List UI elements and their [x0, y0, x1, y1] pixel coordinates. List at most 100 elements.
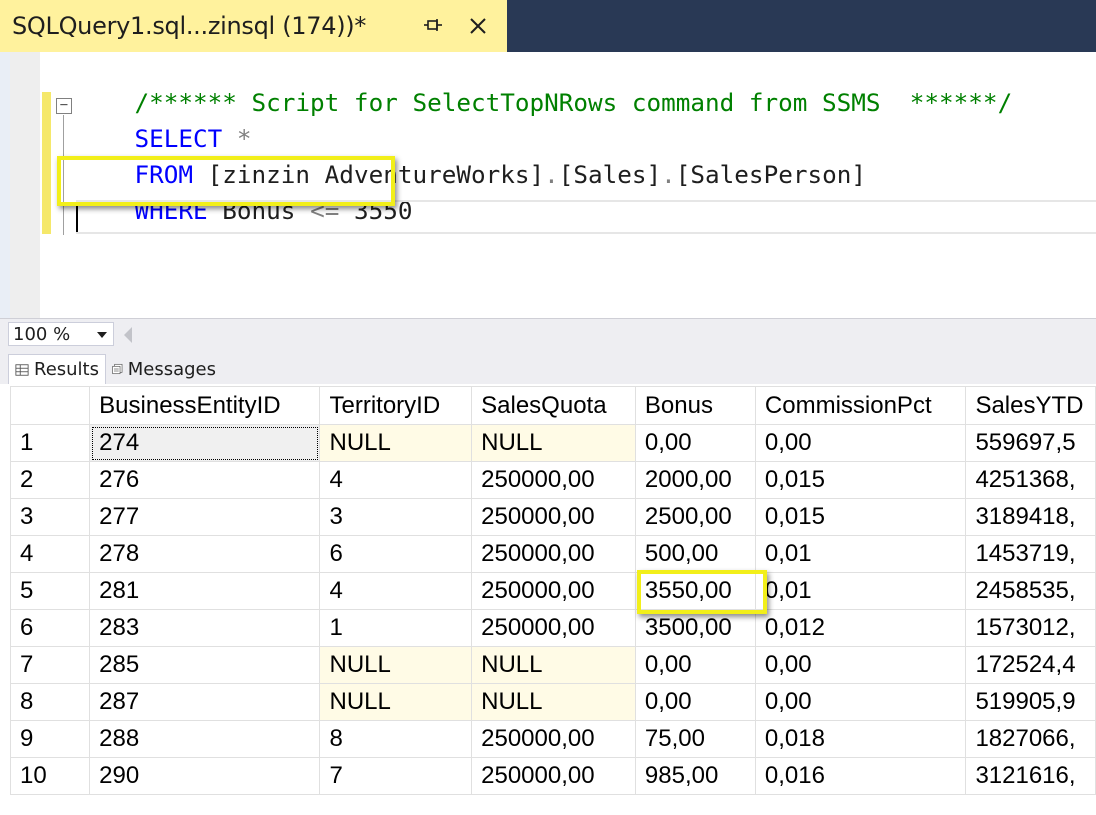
- scroll-left-icon[interactable]: [124, 327, 132, 343]
- where-clause-highlight: [57, 156, 395, 206]
- table-cell[interactable]: 1827066,: [965, 720, 1096, 758]
- table-row: 2 276 4 250000,00 2000,00 0,015 4251368,: [9, 461, 1096, 499]
- table-cell[interactable]: 0,018: [754, 720, 967, 758]
- table-cell[interactable]: 2000,00: [634, 461, 756, 499]
- table-cell[interactable]: 0,01: [754, 572, 967, 610]
- sql-comment: /****** Script for SelectTopNRows comman…: [134, 88, 1013, 117]
- table-cell[interactable]: 285: [89, 646, 321, 684]
- tab-results[interactable]: Results: [8, 354, 106, 384]
- row-number[interactable]: 4: [9, 535, 91, 573]
- tab-messages[interactable]: Messages: [106, 354, 222, 384]
- table-cell[interactable]: 287: [89, 683, 321, 721]
- row-number[interactable]: 2: [9, 461, 91, 499]
- column-header[interactable]: CommissionPct: [754, 386, 967, 425]
- table-cell[interactable]: 6: [319, 535, 473, 573]
- table-cell[interactable]: 3189418,: [965, 498, 1096, 536]
- table-cell[interactable]: 172524,4: [965, 646, 1096, 684]
- table-cell[interactable]: 277: [89, 498, 321, 536]
- table-cell[interactable]: 250000,00: [471, 572, 636, 610]
- pin-icon[interactable]: [422, 14, 446, 38]
- table-cell[interactable]: NULL: [471, 424, 636, 462]
- table-row: 3 277 3 250000,00 2500,00 0,015 3189418,: [9, 498, 1096, 536]
- table-cell[interactable]: 1: [319, 609, 473, 647]
- chevron-down-icon: [97, 332, 107, 338]
- table-cell[interactable]: 0,00: [634, 424, 756, 462]
- table-cell[interactable]: 0,00: [754, 424, 967, 462]
- table-cell[interactable]: 985,00: [634, 757, 756, 795]
- table-cell[interactable]: 1573012,: [965, 609, 1096, 647]
- table-cell[interactable]: 250000,00: [471, 461, 636, 499]
- row-number[interactable]: 1: [9, 424, 91, 462]
- table-row: 1 274 NULL NULL 0,00 0,00 559697,5: [9, 424, 1096, 462]
- table-cell[interactable]: NULL: [319, 683, 473, 721]
- table-row: 4 278 6 250000,00 500,00 0,01 1453719,: [9, 535, 1096, 573]
- table-cell[interactable]: 8: [319, 720, 473, 758]
- table-cell[interactable]: 0,012: [754, 609, 967, 647]
- tab-results-label: Results: [34, 359, 99, 380]
- table-cell[interactable]: 0,015: [754, 498, 967, 536]
- collapse-icon[interactable]: −: [56, 98, 72, 114]
- table-cell[interactable]: NULL: [471, 683, 636, 721]
- column-header[interactable]: BusinessEntityID: [89, 386, 321, 425]
- column-header[interactable]: Bonus: [634, 386, 756, 425]
- table-cell[interactable]: 290: [89, 757, 321, 795]
- close-icon[interactable]: [466, 14, 490, 38]
- table-cell[interactable]: 250000,00: [471, 535, 636, 573]
- table-cell[interactable]: 0,016: [754, 757, 967, 795]
- table-cell[interactable]: 274: [89, 424, 321, 462]
- table-cell[interactable]: 0,00: [634, 683, 756, 721]
- table-cell[interactable]: 4251368,: [965, 461, 1096, 499]
- results-grid[interactable]: BusinessEntityID TerritoryID SalesQuota …: [0, 384, 1096, 815]
- table-cell[interactable]: 276: [89, 461, 321, 499]
- table-cell[interactable]: 3121616,: [965, 757, 1096, 795]
- table-cell[interactable]: 283: [89, 609, 321, 647]
- table-cell[interactable]: 4: [319, 461, 473, 499]
- table-cell[interactable]: 0,00: [754, 683, 967, 721]
- row-number[interactable]: 5: [9, 572, 91, 610]
- query-document-tab[interactable]: SQLQuery1.sql...zinsql (174))*: [0, 0, 507, 52]
- row-number[interactable]: 3: [9, 498, 91, 536]
- column-header[interactable]: SalesQuota: [471, 386, 636, 425]
- table-cell[interactable]: NULL: [471, 646, 636, 684]
- column-header[interactable]: TerritoryID: [319, 386, 473, 425]
- dot-separator: .: [544, 160, 559, 189]
- editor-left-stripe: [0, 52, 10, 318]
- sql-editor[interactable]: − /****** Script for SelectTopNRows comm…: [0, 52, 1096, 318]
- table-cell[interactable]: 278: [89, 535, 321, 573]
- table-cell[interactable]: 250000,00: [471, 720, 636, 758]
- row-number[interactable]: 8: [9, 683, 91, 721]
- column-header[interactable]: [9, 386, 91, 425]
- table-cell[interactable]: 1453719,: [965, 535, 1096, 573]
- table-cell[interactable]: 2458535,: [965, 572, 1096, 610]
- table-cell[interactable]: 75,00: [634, 720, 756, 758]
- header-row: BusinessEntityID TerritoryID SalesQuota …: [9, 386, 1096, 425]
- zoom-value: 100 %: [13, 323, 71, 345]
- table-cell[interactable]: 3500,00: [634, 609, 756, 647]
- table-cell[interactable]: 250000,00: [471, 757, 636, 795]
- table-cell[interactable]: 7: [319, 757, 473, 795]
- table-cell[interactable]: 500,00: [634, 535, 756, 573]
- table-cell[interactable]: 519905,9: [965, 683, 1096, 721]
- zoom-dropdown[interactable]: 100 %: [8, 322, 114, 346]
- table-cell[interactable]: 281: [89, 572, 321, 610]
- messages-icon: [112, 363, 123, 375]
- table-cell[interactable]: 4: [319, 572, 473, 610]
- table-cell[interactable]: NULL: [319, 646, 473, 684]
- table-cell[interactable]: 3: [319, 498, 473, 536]
- table-cell[interactable]: 0,00: [634, 646, 756, 684]
- table-cell[interactable]: 2500,00: [634, 498, 756, 536]
- row-number[interactable]: 10: [9, 757, 91, 795]
- row-number[interactable]: 7: [9, 646, 91, 684]
- row-number[interactable]: 6: [9, 609, 91, 647]
- column-header[interactable]: SalesYTD: [965, 386, 1096, 425]
- table-cell[interactable]: 559697,5: [965, 424, 1096, 462]
- table-cell[interactable]: 0,01: [754, 535, 967, 573]
- table-cell[interactable]: 0,00: [754, 646, 967, 684]
- row-number[interactable]: 9: [9, 720, 91, 758]
- table-cell[interactable]: 0,015: [754, 461, 967, 499]
- table-cell[interactable]: NULL: [319, 424, 473, 462]
- table-cell[interactable]: 250000,00: [471, 498, 636, 536]
- table-row: 6 283 1 250000,00 3500,00 0,012 1573012,: [9, 609, 1096, 647]
- table-cell[interactable]: 288: [89, 720, 321, 758]
- table-cell[interactable]: 250000,00: [471, 609, 636, 647]
